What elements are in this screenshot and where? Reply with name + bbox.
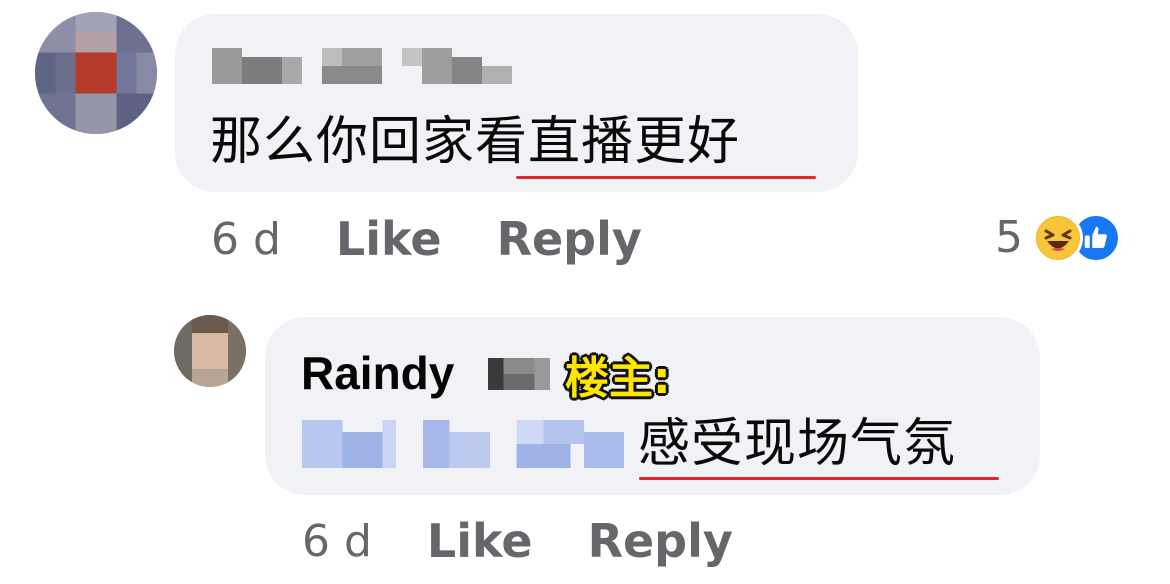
comment-text-highlighted: 看直播更好 xyxy=(475,112,741,172)
reply-button[interactable]: Reply xyxy=(497,212,642,266)
comment-actions: 6 d Like Reply xyxy=(211,212,642,266)
reaction-summary[interactable]: 5 xyxy=(995,212,1121,263)
commenter-avatar[interactable] xyxy=(35,12,157,134)
comment-text: 那么你回家看直播更好 xyxy=(210,112,740,172)
laughing-face-icon xyxy=(1033,212,1083,263)
reply-actions: 6 d Like Reply xyxy=(302,514,733,568)
reply-reply-button[interactable]: Reply xyxy=(588,514,733,568)
comment-timestamp[interactable]: 6 d xyxy=(211,214,281,265)
comment-red-underline xyxy=(516,176,816,179)
reply-text: 感受现场气氛 xyxy=(638,414,956,474)
reply-red-underline xyxy=(639,477,999,480)
original-poster-tag: 楼主: xyxy=(565,353,671,404)
blurred-commenter-name[interactable] xyxy=(212,48,512,84)
comment-text-plain: 那么你回家 xyxy=(210,112,476,172)
reply-text-highlighted: 感受现场气氛 xyxy=(638,414,957,474)
reply-author-name[interactable]: Raindy xyxy=(301,346,454,400)
reaction-count: 5 xyxy=(995,212,1023,263)
reply-like-button[interactable]: Like xyxy=(427,514,533,568)
blurred-author-surname xyxy=(488,358,550,390)
reply-timestamp[interactable]: 6 d xyxy=(302,516,372,567)
blurred-mentioned-name[interactable] xyxy=(302,420,624,468)
replier-avatar[interactable] xyxy=(174,315,246,387)
like-button[interactable]: Like xyxy=(336,212,442,266)
